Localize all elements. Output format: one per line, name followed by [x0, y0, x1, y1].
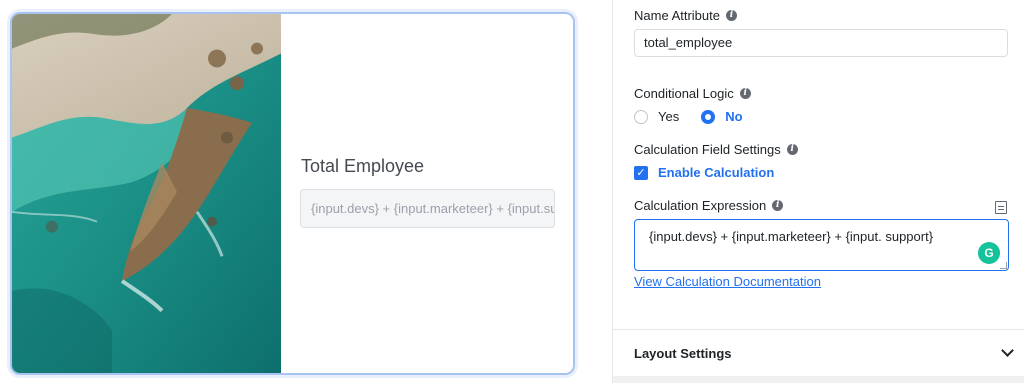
conditional-logic-label: Conditional Logic i	[634, 86, 751, 101]
coastline-image	[12, 14, 281, 373]
radio-no[interactable]	[701, 109, 716, 124]
enable-calculation-checkbox[interactable]: ✓	[634, 165, 648, 180]
grammarly-icon[interactable]: G	[978, 242, 1000, 264]
info-icon[interactable]: i	[772, 200, 784, 211]
layout-settings-title: Layout Settings	[634, 345, 732, 361]
conditional-logic-radio-group: Yes No	[634, 109, 743, 124]
radio-yes[interactable]	[634, 109, 648, 124]
enable-calculation-checkbox-row[interactable]: ✓ Enable Calculation	[634, 165, 774, 180]
view-calculation-documentation-link[interactable]: View Calculation Documentation	[634, 274, 821, 289]
preview-form-area: Total Employee {input.devs} + {input.mar…	[281, 14, 573, 373]
preview-field-label: Total Employee	[301, 156, 425, 176]
field-settings-panel: Name Attribute i total_employee Conditio…	[612, 0, 1024, 383]
conditional-logic-no-option[interactable]: No	[701, 109, 743, 124]
form-preview-card[interactable]: Total Employee {input.devs} + {input.mar…	[10, 12, 575, 375]
info-icon[interactable]: i	[726, 10, 737, 21]
chevron-down-icon[interactable]	[1001, 344, 1014, 357]
calculation-expression-textarea[interactable]: {input.devs} + {input.marketeer} + {inpu…	[634, 219, 1009, 271]
layout-settings-accordion[interactable]: Layout Settings	[613, 330, 1024, 376]
preview-calculation-input[interactable]: {input.devs} + {input.marketeer} + {inpu…	[300, 189, 555, 228]
calculation-field-settings-label: Calculation Field Settings i	[634, 142, 798, 157]
conditional-logic-yes-option[interactable]: Yes	[634, 109, 679, 124]
name-attribute-input[interactable]: total_employee	[634, 29, 1008, 57]
calculation-expression-label: Calculation Expression i	[634, 198, 784, 213]
calculation-expression-text: {input.devs} + {input.marketeer} + {inpu…	[649, 229, 934, 244]
resize-handle[interactable]	[1000, 262, 1007, 269]
info-icon[interactable]: i	[786, 144, 798, 155]
panel-bottom-strip	[613, 376, 1024, 383]
info-icon[interactable]: i	[739, 88, 751, 99]
document-icon[interactable]	[995, 201, 1007, 214]
name-attribute-label: Name Attribute i	[634, 8, 737, 23]
